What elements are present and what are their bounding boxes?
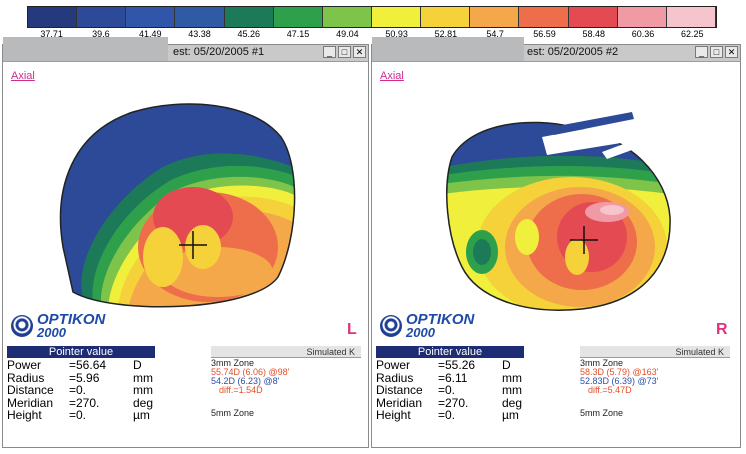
scale-swatch [519, 7, 569, 27]
pointer-row-height: Height =0. µm [376, 408, 519, 422]
axial-label[interactable]: Axial [380, 70, 404, 82]
window-title: est: 05/20/2005 #1 [173, 46, 265, 58]
scale-label: 45.26 [237, 29, 261, 39]
scale-swatch [77, 7, 127, 27]
window-title-bar[interactable]: est: 05/20/2005 #1 _ □ ✕ [3, 37, 368, 62]
scale-label: 47.15 [286, 29, 310, 39]
left-topography-map[interactable] [53, 97, 298, 312]
eye-indicator: R [716, 321, 728, 338]
scale-swatch [470, 7, 520, 27]
close-button[interactable]: ✕ [725, 46, 738, 58]
pointer-value-table: Power =55.26 D Radius =6.11 mm Distance … [376, 359, 546, 422]
zone-5mm-label: 5mm Zone [211, 408, 255, 418]
pointer-value-header: Pointer value [7, 346, 155, 358]
k-diff-value: diff.=5.47D [588, 385, 632, 395]
scale-swatch [617, 7, 667, 27]
pointer-row-height: Height =0. µm [7, 408, 150, 422]
axial-label[interactable]: Axial [11, 70, 35, 82]
scale-label: 49.04 [336, 29, 359, 39]
pointer-value-header: Pointer value [376, 346, 524, 358]
window-controls: _ □ ✕ [323, 46, 366, 58]
simulated-k-header: Simulated K [211, 346, 361, 358]
right-eye-window: est: 05/20/2005 #2 _ □ ✕ Axial OPTIKON 2… [371, 37, 741, 448]
right-topography-map[interactable] [422, 97, 677, 312]
optikon-logo-icon [380, 315, 402, 337]
left-eye-window: est: 05/20/2005 #1 _ □ ✕ Axial OPTIKON 2… [2, 37, 369, 448]
simulated-k-panel: 3mm Zone 58.3D (5.79) @163' 52.83D (6.39… [580, 359, 730, 418]
redaction-block [3, 37, 168, 61]
scale-swatch [126, 7, 176, 27]
scale-swatch [421, 7, 471, 27]
close-button[interactable]: ✕ [353, 46, 366, 58]
scale-label: 58.48 [582, 29, 605, 39]
pointer-row-distance: Distance =0. mm [7, 383, 153, 397]
scale-label: 60.36 [631, 29, 655, 39]
minimize-button[interactable]: _ [323, 46, 336, 58]
scale-label: 43.38 [188, 29, 211, 39]
scale-swatch [322, 7, 372, 27]
scale-swatch [224, 7, 274, 27]
maximize-button[interactable]: □ [710, 46, 723, 58]
scale-swatch [28, 7, 78, 27]
pointer-value-table: Power =56.64 D Radius =5.96 mm Distance … [7, 359, 177, 422]
optikon-logo-icon [11, 315, 33, 337]
window-title: est: 05/20/2005 #2 [527, 46, 619, 58]
scale-swatch [273, 7, 323, 27]
color-scale-bar [27, 6, 717, 28]
window-title-bar[interactable]: est: 05/20/2005 #2 _ □ ✕ [372, 37, 740, 62]
zone-5mm-label: 5mm Zone [580, 408, 624, 418]
scale-swatch [568, 7, 618, 27]
optikon-logo: OPTIKON 2000 [380, 312, 474, 339]
optikon-logo: OPTIKON 2000 [11, 312, 105, 339]
k-diff-value: diff.=1.54D [219, 385, 263, 395]
maximize-button[interactable]: □ [338, 46, 351, 58]
redaction-block [372, 37, 524, 61]
pointer-row-distance: Distance =0. mm [376, 383, 522, 397]
eye-indicator: L [347, 321, 357, 338]
simulated-k-header: Simulated K [580, 346, 730, 358]
window-controls: _ □ ✕ [695, 46, 738, 58]
scale-swatch [371, 7, 422, 27]
pointer-row-power: Power =56.64 D [7, 358, 142, 372]
scale-label: 56.59 [533, 29, 556, 39]
simulated-k-panel: 3mm Zone 55.74D (6.06) @98' 54.2D (6.23)… [211, 359, 361, 418]
scale-swatch [175, 7, 225, 27]
pointer-row-power: Power =55.26 D [376, 358, 511, 372]
scale-label: 62.25 [681, 29, 704, 39]
minimize-button[interactable]: _ [695, 46, 708, 58]
scale-swatch [666, 7, 716, 27]
